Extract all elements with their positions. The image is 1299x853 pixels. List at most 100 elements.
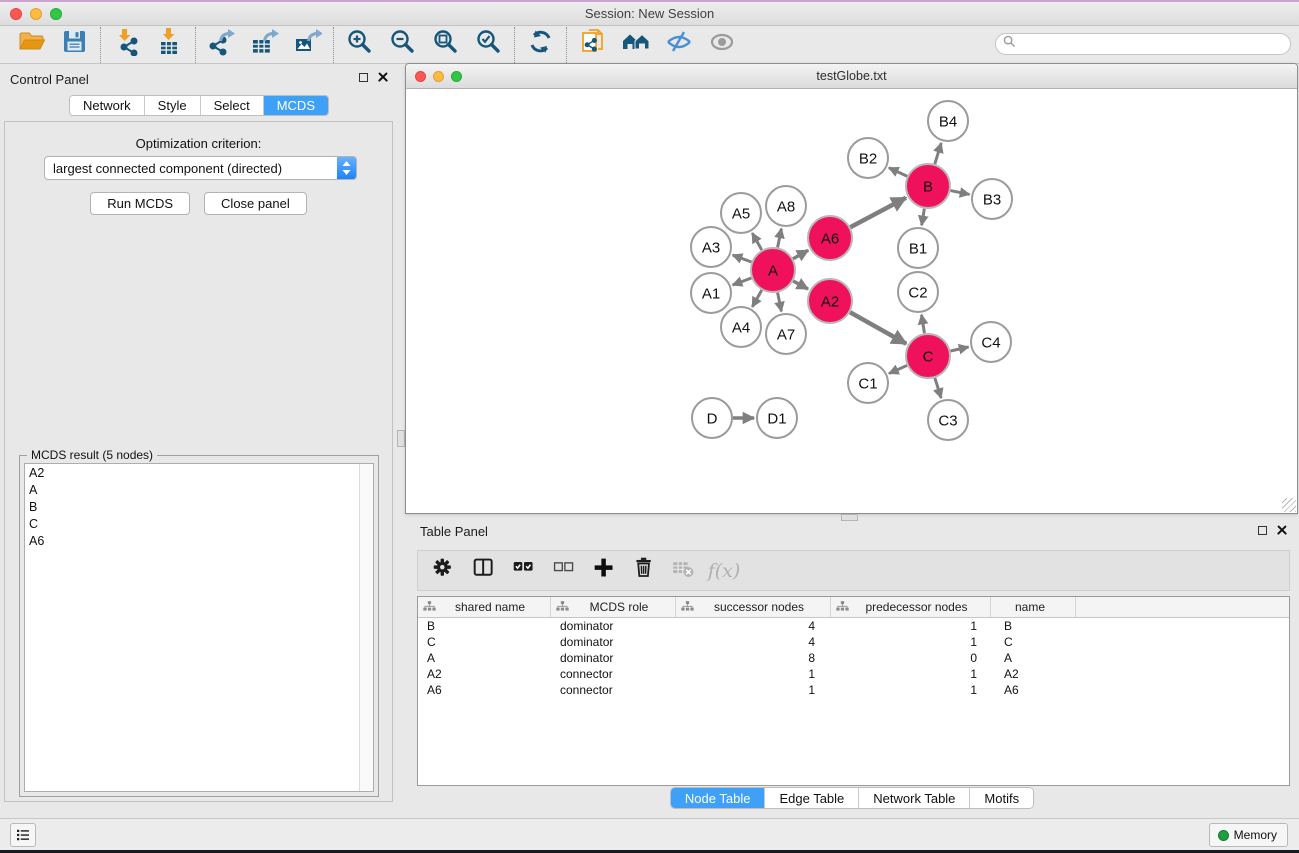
edge-B-B1[interactable] — [922, 209, 925, 226]
clone-network-button[interactable] — [571, 28, 614, 62]
table-cell[interactable]: 8 — [676, 651, 831, 665]
table-cell[interactable]: connector — [551, 667, 676, 681]
export-table-button[interactable] — [243, 28, 286, 62]
table-cell[interactable]: C — [991, 635, 1076, 649]
edge-A-A3[interactable] — [733, 255, 752, 262]
split-columns-button[interactable] — [466, 555, 502, 587]
tab-network-table[interactable]: Network Table — [859, 788, 970, 808]
table-cell[interactable]: 0 — [831, 651, 991, 665]
export-image-button[interactable] — [286, 28, 329, 62]
home-button[interactable] — [614, 28, 657, 62]
save-button[interactable] — [53, 28, 96, 62]
table-cell[interactable]: dominator — [551, 651, 676, 665]
table-cell[interactable]: A — [991, 651, 1076, 665]
open-folder-button[interactable] — [10, 28, 53, 62]
edge-A2-C[interactable] — [850, 312, 906, 344]
table-row[interactable]: Cdominator41C — [418, 634, 1289, 650]
window-resize-grip[interactable] — [1282, 498, 1296, 512]
result-list-item[interactable]: A6 — [25, 533, 358, 550]
tab-network[interactable]: Network — [70, 96, 145, 115]
result-list-scrollbar[interactable] — [359, 464, 373, 791]
edge-B-B4[interactable] — [935, 143, 941, 164]
table-cell[interactable]: 1 — [831, 667, 991, 681]
tab-node-table[interactable]: Node Table — [671, 788, 766, 808]
float-panel-icon[interactable] — [359, 73, 368, 82]
table-row[interactable]: Bdominator41B — [418, 618, 1289, 634]
tab-select[interactable]: Select — [201, 96, 264, 115]
zoom-in-button[interactable] — [338, 28, 381, 62]
show-eye-button[interactable] — [700, 28, 743, 62]
edge-A6-B[interactable] — [850, 198, 906, 228]
tab-edge-table[interactable]: Edge Table — [765, 788, 859, 808]
edge-C-C3[interactable] — [935, 378, 941, 398]
split-pane-grip-vertical[interactable] — [397, 430, 405, 447]
table-cell[interactable]: dominator — [551, 635, 676, 649]
task-history-button[interactable] — [10, 823, 36, 847]
table-cell[interactable]: A2 — [418, 667, 551, 681]
hide-graphics-button[interactable] — [657, 28, 700, 62]
column-header-name[interactable]: name — [991, 597, 1076, 617]
table-cell[interactable]: A2 — [991, 667, 1076, 681]
edge-A-A7[interactable] — [778, 293, 782, 312]
edge-C-C4[interactable] — [950, 347, 968, 351]
memory-button[interactable]: Memory — [1209, 823, 1288, 847]
edge-C-C1[interactable] — [889, 365, 907, 373]
network-canvas[interactable]: B4B2BB3A8A5A6A3B1AC2A1A2A4A7C4CC1DD1C3 — [407, 90, 1296, 512]
table-cell[interactable]: 1 — [831, 683, 991, 697]
table-cell[interactable]: 1 — [676, 683, 831, 697]
zoom-fit-button[interactable] — [424, 28, 467, 62]
table-cell[interactable]: 4 — [676, 635, 831, 649]
search-field[interactable] — [995, 33, 1291, 55]
edge-A-A6[interactable] — [793, 250, 808, 259]
result-list-item[interactable]: A — [25, 482, 358, 499]
table-row[interactable]: Adominator80A — [418, 650, 1289, 666]
trash-button[interactable] — [626, 555, 662, 587]
network-window-titlebar[interactable]: testGlobe.txt — [406, 64, 1297, 89]
export-network-button[interactable] — [200, 28, 243, 62]
table-cell[interactable]: 4 — [676, 619, 831, 633]
zoom-selected-button[interactable] — [467, 28, 510, 62]
tab-style[interactable]: Style — [145, 96, 201, 115]
edge-A-A1[interactable] — [733, 278, 752, 285]
import-network-button[interactable] — [105, 28, 148, 62]
table-cell[interactable]: 1 — [676, 667, 831, 681]
gear-button[interactable] — [426, 555, 462, 587]
column-header-MCDS-role[interactable]: MCDS role — [551, 597, 676, 617]
table-row[interactable]: A6connector11A6 — [418, 682, 1289, 698]
optimization-criterion-dropdown[interactable]: largest connected component (directed) — [44, 156, 357, 180]
add-button[interactable] — [586, 555, 622, 587]
tab-motifs[interactable]: Motifs — [970, 788, 1033, 808]
result-list-item[interactable]: B — [25, 499, 358, 516]
tab-mcds[interactable]: MCDS — [264, 96, 328, 115]
float-table-panel-icon[interactable] — [1258, 526, 1267, 535]
edge-A-A8[interactable] — [778, 229, 782, 248]
refresh-button[interactable] — [519, 28, 562, 62]
table-cell[interactable]: connector — [551, 683, 676, 697]
select-all-button[interactable] — [506, 555, 542, 587]
column-header-successor-nodes[interactable]: successor nodes — [676, 597, 831, 617]
edge-A-A2[interactable] — [793, 281, 808, 289]
column-header-shared-name[interactable]: shared name — [418, 597, 551, 617]
result-list-item[interactable]: A2 — [25, 465, 358, 482]
edge-A-A5[interactable] — [752, 233, 761, 250]
table-cell[interactable]: dominator — [551, 619, 676, 633]
table-cell[interactable]: B — [991, 619, 1076, 633]
table-cell[interactable]: B — [418, 619, 551, 633]
table-cell[interactable]: A6 — [418, 683, 551, 697]
column-header-predecessor-nodes[interactable]: predecessor nodes — [831, 597, 991, 617]
edge-A-A4[interactable] — [752, 290, 761, 307]
close-panel-icon[interactable] — [378, 72, 388, 82]
close-table-panel-icon[interactable] — [1277, 525, 1287, 535]
table-cell[interactable]: A6 — [991, 683, 1076, 697]
zoom-out-button[interactable] — [381, 28, 424, 62]
node-table[interactable]: shared nameMCDS rolesuccessor nodesprede… — [417, 596, 1290, 786]
edge-C-C2[interactable] — [922, 315, 925, 334]
mcds-result-list[interactable]: A2ABCA6 — [24, 463, 374, 792]
table-cell[interactable]: C — [418, 635, 551, 649]
table-cell[interactable]: 1 — [831, 619, 991, 633]
edge-B-B3[interactable] — [951, 191, 970, 195]
unselect-all-button[interactable] — [546, 555, 582, 587]
search-input[interactable] — [1016, 35, 1290, 53]
network-view-window[interactable]: testGlobe.txt B4B2BB3A8A5A6A3B1AC2A1A2A4… — [405, 63, 1298, 514]
table-row[interactable]: A2connector11A2 — [418, 666, 1289, 682]
